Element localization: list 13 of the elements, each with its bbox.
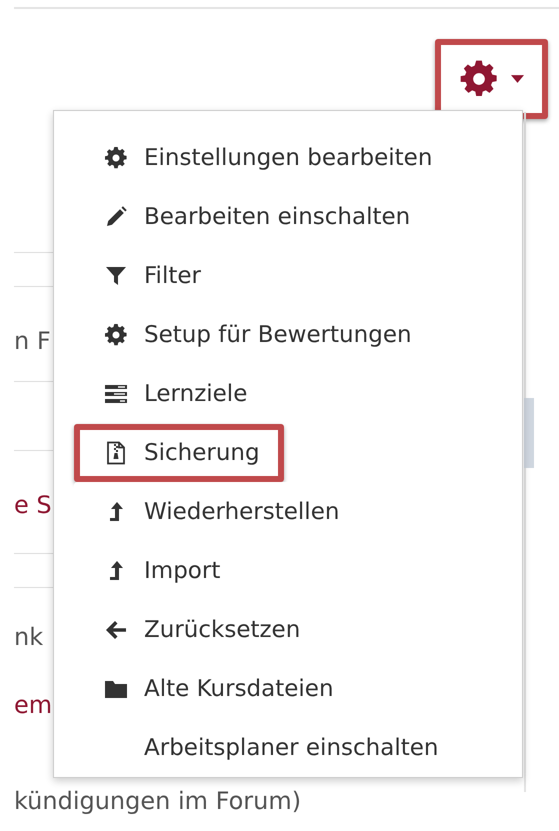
zip-file-icon	[104, 440, 128, 465]
caret-icon	[511, 75, 524, 83]
gear-icon	[104, 146, 128, 170]
menu-item[interactable]: Sicherung	[74, 424, 284, 482]
link-text[interactable]: em	[14, 691, 52, 719]
text-fragment: nk	[14, 623, 44, 651]
scrollbar-thumb[interactable]	[524, 398, 534, 468]
settings-icon	[459, 59, 499, 99]
settings-button[interactable]	[435, 39, 548, 119]
gear-icon	[104, 323, 128, 348]
text-fragment: n F	[14, 327, 51, 355]
text-fragment: kündigungen im Forum)	[14, 787, 302, 815]
link-text[interactable]: e S	[14, 491, 52, 519]
